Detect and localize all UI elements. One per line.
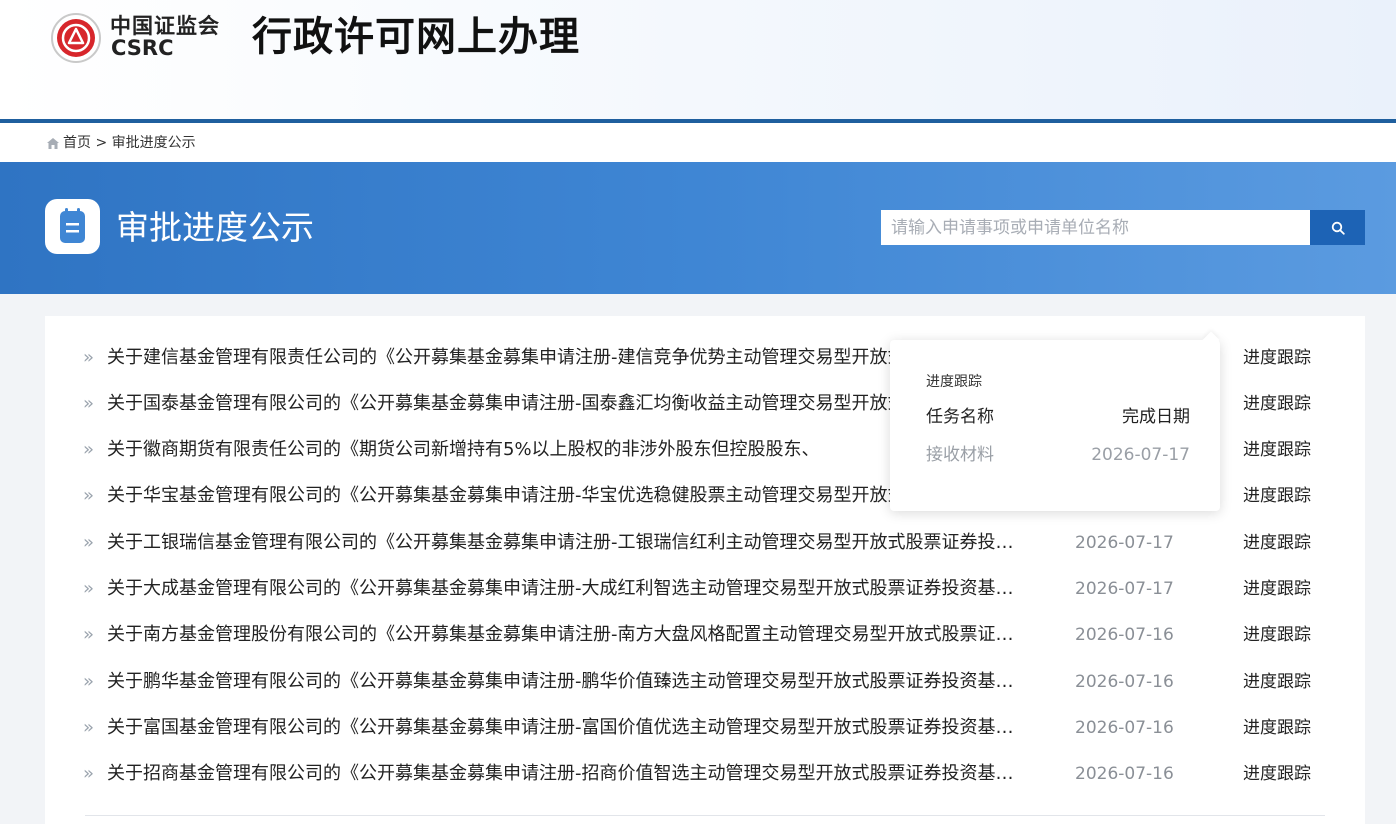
document-list-icon — [45, 199, 100, 254]
progress-track-link[interactable]: 进度跟踪 — [1243, 335, 1311, 381]
list-item: » 关于招商基金管理有限公司的《公开募集基金募集申请注册-招商价值智选主动管理交… — [45, 751, 1365, 797]
list-item: » 关于大成基金管理有限公司的《公开募集基金募集申请注册-大成红利智选主动管理交… — [45, 566, 1365, 612]
progress-track-link[interactable]: 进度跟踪 — [1243, 659, 1311, 705]
list-item: » 关于南方基金管理股份有限公司的《公开募集基金募集申请注册-南方大盘风格配置主… — [45, 612, 1365, 658]
list-item-title[interactable]: 关于招商基金管理有限公司的《公开募集基金募集申请注册-招商价值智选主动管理交易型… — [107, 751, 1027, 797]
breadcrumb-bar — [0, 123, 1396, 162]
breadcrumb-separator-char: > — [95, 135, 108, 151]
list-item-title[interactable]: 关于富国基金管理有限公司的《公开募集基金募集申请注册-富国价值优选主动管理交易型… — [107, 705, 1027, 751]
progress-track-link[interactable]: 进度跟踪 — [1243, 520, 1311, 566]
popover-col-task: 任务名称 — [926, 407, 994, 427]
logo-text-cn: 中国证监会 — [110, 14, 220, 38]
list-divider — [85, 815, 1325, 816]
double-chevron-icon: » — [83, 393, 95, 414]
progress-track-link[interactable]: 进度跟踪 — [1243, 427, 1311, 473]
progress-track-link[interactable]: 进度跟踪 — [1243, 381, 1311, 427]
progress-track-link[interactable]: 进度跟踪 — [1243, 751, 1311, 797]
list-item-date: 2026-07-16 — [1075, 718, 1174, 738]
list-item-title[interactable]: 关于国泰基金管理有限公司的《公开募集基金募集申请注册-国泰鑫汇均衡收益主动管理交… — [107, 381, 1027, 427]
list-item-date: 2026-07-17 — [1075, 579, 1174, 599]
double-chevron-icon: » — [83, 439, 95, 460]
double-chevron-icon: » — [83, 624, 95, 645]
list-item-title[interactable]: 关于华宝基金管理有限公司的《公开募集基金募集申请注册-华宝优选稳健股票主动管理交… — [107, 473, 1027, 519]
popover-task-name: 接收材料 — [926, 445, 994, 465]
progress-track-link[interactable]: 进度跟踪 — [1243, 705, 1311, 751]
list-item-title[interactable]: 关于工银瑞信基金管理有限公司的《公开募集基金募集申请注册-工银瑞信红利主动管理交… — [107, 520, 1027, 566]
double-chevron-icon: » — [83, 347, 95, 368]
list-item: » 关于富国基金管理有限公司的《公开募集基金募集申请注册-富国价值优选主动管理交… — [45, 705, 1365, 751]
list-item-date: 2026-07-16 — [1075, 764, 1174, 784]
list-item-title[interactable]: 关于大成基金管理有限公司的《公开募集基金募集申请注册-大成红利智选主动管理交易型… — [107, 566, 1027, 612]
list-item-title[interactable]: 关于鹏华基金管理有限公司的《公开募集基金募集申请注册-鹏华价值臻选主动管理交易型… — [107, 659, 1027, 705]
list-item-date: 2026-07-16 — [1075, 625, 1174, 645]
progress-track-link[interactable]: 进度跟踪 — [1243, 473, 1311, 519]
progress-track-link[interactable]: 进度跟踪 — [1243, 612, 1311, 658]
list-item: » 关于工银瑞信基金管理有限公司的《公开募集基金募集申请注册-工银瑞信红利主动管… — [45, 520, 1365, 566]
site-title: 行政许可网上办理 — [252, 14, 580, 60]
double-chevron-icon: » — [83, 717, 95, 738]
breadcrumb-current: 审批进度公示 — [111, 135, 196, 151]
logo-text-en: CSRC — [111, 36, 174, 60]
popover-task-date: 2026-07-17 — [1091, 445, 1190, 465]
search-input[interactable] — [881, 210, 1311, 245]
search-button[interactable] — [1310, 210, 1365, 245]
csrc-logo-icon[interactable] — [50, 12, 102, 64]
popover-title: 进度跟踪 — [926, 374, 982, 390]
double-chevron-icon: » — [83, 578, 95, 599]
list-item: » 关于鹏华基金管理有限公司的《公开募集基金募集申请注册-鹏华价值臻选主动管理交… — [45, 659, 1365, 705]
breadcrumb-home-link[interactable]: 首页 — [63, 133, 91, 153]
double-chevron-icon: » — [83, 485, 95, 506]
breadcrumb: 首页 > 审批进度公示 — [46, 133, 196, 153]
progress-popover: 进度跟踪 任务名称 完成日期 接收材料 2026-07-17 — [890, 340, 1220, 511]
double-chevron-icon: » — [83, 671, 95, 692]
list-item-title[interactable]: 关于南方基金管理股份有限公司的《公开募集基金募集申请注册-南方大盘风格配置主动管… — [107, 612, 1027, 658]
list-item-date: 2026-07-16 — [1075, 672, 1174, 692]
list-item-title[interactable]: 关于建信基金管理有限责任公司的《公开募集基金募集申请注册-建信竞争优势主动管理交… — [107, 335, 1027, 381]
double-chevron-icon: » — [83, 763, 95, 784]
home-icon — [47, 137, 59, 149]
list-item-title[interactable]: 关于徽商期货有限责任公司的《期货公司新增持有5%以上股权的非涉外股东但控股股东、 — [107, 427, 1027, 473]
list-item-date: 2026-07-17 — [1075, 533, 1174, 553]
progress-track-link[interactable]: 进度跟踪 — [1243, 566, 1311, 612]
page-title: 审批进度公示 — [116, 208, 314, 247]
popover-col-date: 完成日期 — [1122, 407, 1190, 427]
search-icon — [1331, 221, 1345, 235]
double-chevron-icon: » — [83, 532, 95, 553]
